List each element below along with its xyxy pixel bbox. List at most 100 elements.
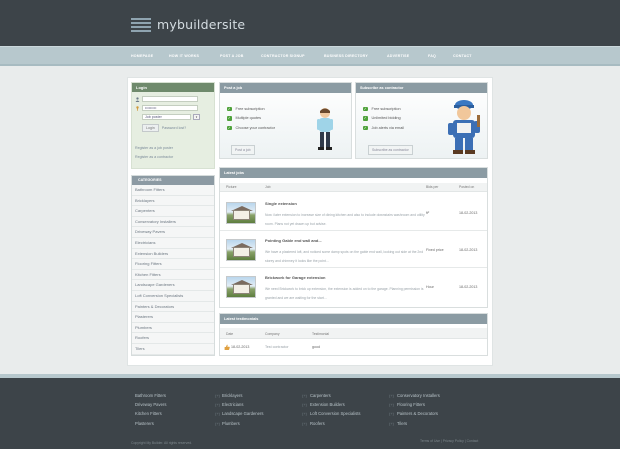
category-item[interactable]: Plumbers xyxy=(132,322,214,334)
job-posted-on: 18-02-2013 xyxy=(459,248,478,252)
login-actions: Login Password lost? xyxy=(142,124,186,132)
footer-link[interactable]: Bathroom Fitters xyxy=(135,393,166,402)
testimonial-date: 18-02-2013 xyxy=(231,345,250,349)
job-photo[interactable] xyxy=(226,276,256,298)
check-icon: ✓ xyxy=(227,116,232,121)
key-icon xyxy=(136,105,139,111)
category-item[interactable]: Driveway Pavers xyxy=(132,227,214,238)
table-row[interactable]: Brickwork for Garage extension We need B… xyxy=(220,268,487,305)
latest-jobs-panel: Latest jobs Picture Job Bids per Posted … xyxy=(219,167,488,308)
job-title[interactable]: Pointing Gable end wall and... xyxy=(265,238,322,243)
job-title[interactable]: Brickwork for Garage extension xyxy=(265,275,325,280)
category-item[interactable]: Carpenters xyxy=(132,206,214,217)
footer-link[interactable]: Extension Builders xyxy=(310,402,361,411)
nav-advertise[interactable]: ADVERTISE xyxy=(387,54,409,58)
testimonials-table-header: Date Company Testimonial xyxy=(220,328,487,339)
password-input[interactable]: ••••••••• xyxy=(142,105,198,111)
footer-link[interactable]: Plumbers xyxy=(222,421,263,430)
footer-link[interactable]: Bricklayers xyxy=(222,393,263,402)
check-icon: ✓ xyxy=(363,125,368,130)
nav-how-it-works[interactable]: HOW IT WORKS xyxy=(169,54,199,58)
table-row[interactable]: Pointing Gable end wall and... We have a… xyxy=(220,231,487,268)
footer-link[interactable]: Electricians xyxy=(222,402,263,411)
footer-column-2: Bricklayers Electricians Landscape Garde… xyxy=(222,393,263,430)
login-panel: Login ••••••••• Job poster ▾ Login Passw… xyxy=(131,82,215,169)
brand-name: mybuildersite xyxy=(157,17,246,32)
footer-link[interactable]: Roofers xyxy=(310,421,361,430)
category-item[interactable]: Roofers xyxy=(132,333,214,344)
testimonial-company[interactable]: Test contractor xyxy=(265,345,289,349)
subscribe-box: Subscribe as contractor ✓ Free subscripti… xyxy=(355,82,488,159)
category-item[interactable]: Kitchen Fitters xyxy=(132,269,214,281)
footer-link[interactable]: Driveway Pavers xyxy=(135,402,166,411)
footer-link[interactable]: Flooring Fitters xyxy=(397,402,440,411)
nav-business-directory[interactable]: BUSINESS DIRECTORY xyxy=(324,54,368,58)
username-row xyxy=(135,96,198,102)
logo-icon xyxy=(131,17,151,32)
main-nav: HOMEPAGE HOW IT WORKS POST A JOB CONTRAC… xyxy=(131,53,491,61)
nav-contractor-signup[interactable]: CONTRACTOR SIGNUP xyxy=(261,54,305,58)
job-posted-on: 18-02-2013 xyxy=(459,211,478,215)
feature-item: ✓ Choose your contractor xyxy=(227,125,275,130)
job-description: We have a plastered loft, and noticed so… xyxy=(265,250,424,263)
category-item[interactable]: Painters & Decorators xyxy=(132,301,214,313)
footer-column-1: Bathroom Fitters Driveway Pavers Kitchen… xyxy=(135,393,166,430)
category-item[interactable]: Flooring Fitters xyxy=(132,259,214,270)
category-item[interactable]: Bricklayers xyxy=(132,195,214,207)
feature-item: ✓ Free subscription xyxy=(363,106,401,111)
job-description: We need Brickwork to brick up extension,… xyxy=(265,287,424,300)
password-lost-link[interactable]: Password lost? xyxy=(162,126,186,130)
post-job-button[interactable]: Post a job xyxy=(231,145,255,155)
category-item[interactable]: Electricians xyxy=(132,237,214,249)
role-select[interactable]: Job poster xyxy=(142,114,191,120)
register-poster-link[interactable]: Register as a job poster xyxy=(135,146,173,150)
nav-faq[interactable]: FAQ xyxy=(428,54,436,58)
footer-link[interactable]: Tilers xyxy=(397,421,440,430)
footer-link[interactable]: Plasterers xyxy=(135,421,166,430)
nav-post-a-job[interactable]: POST A JOB xyxy=(220,54,244,58)
category-item[interactable]: Conservatory Installers xyxy=(132,216,214,228)
footer-legal-links[interactable]: Terms of Use | Privacy Policy | Contact xyxy=(420,439,478,443)
nav-contact[interactable]: CONTACT xyxy=(453,54,472,58)
category-item[interactable]: Tilers xyxy=(132,343,214,355)
chevron-down-icon[interactable]: ▾ xyxy=(193,114,200,120)
latest-jobs-title: Latest jobs xyxy=(220,168,487,178)
categories-title: CATEGORIES xyxy=(132,176,214,185)
job-photo[interactable] xyxy=(226,202,256,224)
footer-link[interactable]: Conservatory Installers xyxy=(397,393,440,402)
login-button[interactable]: Login xyxy=(142,124,159,132)
footer-link[interactable]: Painters & Decorators xyxy=(397,411,440,420)
footer-column-3: Carpenters Extension Builders Loft Conve… xyxy=(310,393,361,430)
register-contractor-link[interactable]: Register as a contractor xyxy=(135,155,173,159)
footer-link[interactable]: Carpenters xyxy=(310,393,361,402)
job-bids-per: ft² xyxy=(426,211,430,215)
subscribe-button[interactable]: Subscribe as contractor xyxy=(368,145,413,155)
job-posted-on: 18-02-2013 xyxy=(459,285,478,289)
job-title[interactable]: Single extension xyxy=(265,201,297,206)
site-header xyxy=(0,0,620,46)
footer-link[interactable]: Kitchen Fitters xyxy=(135,411,166,420)
username-input[interactable] xyxy=(142,96,198,102)
nav-homepage[interactable]: HOMEPAGE xyxy=(131,54,153,58)
testimonial-text: good xyxy=(312,345,320,349)
column-header: Testimonial xyxy=(312,332,329,336)
logo[interactable]: mybuildersite xyxy=(131,17,245,32)
job-photo[interactable] xyxy=(226,239,256,261)
footer-link[interactable]: Loft Conversion Specialists xyxy=(310,411,361,420)
category-item[interactable]: Loft Conversion Specialists xyxy=(132,290,214,302)
testimonials-title: Latest testimonials xyxy=(220,314,487,324)
register-poster-row: Register as a job poster xyxy=(135,146,173,150)
job-bids-per: Hour xyxy=(426,285,434,289)
table-row[interactable]: Single extension Now i later extension t… xyxy=(220,194,487,231)
category-item[interactable]: Extension Builders xyxy=(132,248,214,260)
category-item[interactable]: Bathroom Fitters xyxy=(132,185,214,196)
category-item[interactable]: Landscape Gardeners xyxy=(132,280,214,291)
footer-link[interactable]: Landscape Gardeners xyxy=(222,411,263,420)
thumbs-up-icon xyxy=(224,344,230,350)
subscribe-features: ✓ Free subscription ✓ Unlimited bidding ✓ J… xyxy=(363,104,404,133)
column-header: Posted on xyxy=(459,185,475,189)
footer-separators-3: (+) (+) (+) (+) xyxy=(389,393,394,426)
jobs-table-header: Picture Job Bids per Posted on xyxy=(220,183,487,192)
category-item[interactable]: Plasterers xyxy=(132,312,214,323)
sidebar: Login ••••••••• Job poster ▾ Login Passw… xyxy=(131,82,215,356)
